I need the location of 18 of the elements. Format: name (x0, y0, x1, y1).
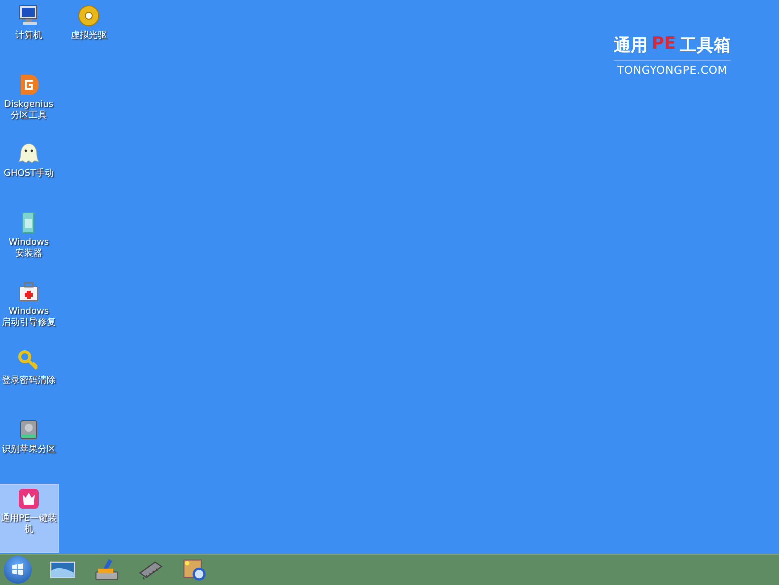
desktop-shortcut[interactable]: Windows 启动引导修复 (0, 278, 58, 345)
desktop-shortcut[interactable]: Diskgenius 分区工具 (0, 71, 58, 138)
desktop-shortcut[interactable]: 通用PE一键装机 (0, 485, 58, 552)
magnifier-tool-icon[interactable] (182, 557, 208, 583)
desktop-shortcut[interactable]: 登录密码清除 (0, 347, 58, 414)
desktop-shortcut[interactable]: 虚拟光驱 (60, 2, 118, 69)
start-button[interactable] (4, 556, 32, 584)
ghost-icon (17, 142, 41, 166)
brush-drive-icon[interactable] (94, 557, 120, 583)
brand-logo: 通用 PE 工具箱 TONGYONGPE.COM (614, 34, 731, 77)
first-aid-kit-icon (17, 280, 41, 304)
desktop-shortcut[interactable]: 计算机 (0, 2, 58, 69)
desktop-shortcut[interactable]: Windows 安装器 (0, 209, 58, 276)
key-icon (17, 349, 41, 373)
desktop-shortcut[interactable]: GHOST手动 (0, 140, 58, 207)
disc-icon (77, 4, 101, 28)
desktop-shortcut[interactable]: 识别苹果分区 (0, 416, 58, 483)
crown-app-icon (17, 487, 41, 511)
